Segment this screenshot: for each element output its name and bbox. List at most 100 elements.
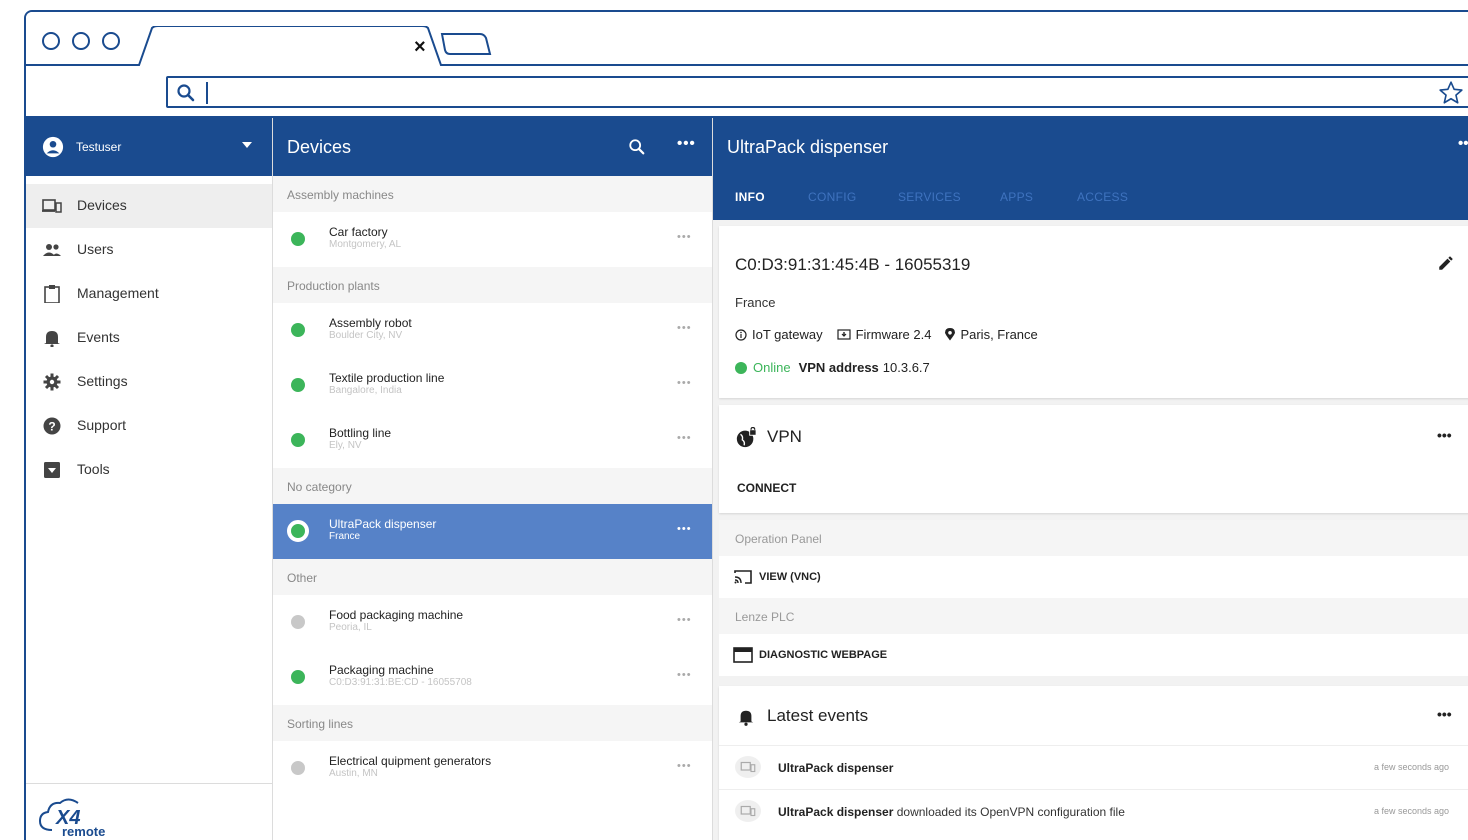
- view-vnc-button[interactable]: VIEW (VNC): [719, 556, 1468, 598]
- section-header: Operation Panel: [719, 520, 1468, 556]
- device-item-assembly-robot[interactable]: Assembly robot Boulder City, NV •••: [273, 303, 712, 358]
- search-icon[interactable]: [628, 138, 646, 156]
- sidebar-item-label: Devices: [77, 197, 127, 213]
- browser-tab-bar: ×: [26, 12, 1468, 68]
- sidebar-item-tools[interactable]: Tools: [26, 448, 272, 492]
- detail-header: UltraPack dispenser •••: [713, 118, 1468, 176]
- more-options-icon[interactable]: •••: [677, 614, 692, 626]
- device-item-car-factory[interactable]: Car factory Montgomery, AL •••: [273, 212, 712, 267]
- device-name: Car factory: [329, 225, 388, 239]
- firmware-icon: [836, 328, 851, 340]
- more-options-icon[interactable]: •••: [677, 322, 692, 334]
- window-close-control[interactable]: [42, 32, 60, 50]
- vpn-card: VPN ••• CONNECT: [719, 405, 1468, 513]
- device-name: Packaging machine: [329, 663, 434, 677]
- more-options-icon[interactable]: •••: [677, 432, 692, 444]
- browser-toolbar: [26, 66, 1468, 118]
- device-item-textile-production-line[interactable]: Textile production line Bangalore, India…: [273, 358, 712, 413]
- user-name: Testuser: [76, 140, 122, 154]
- event-row[interactable]: UltraPack dispenser downloaded its OpenV…: [719, 789, 1468, 833]
- tab-info[interactable]: INFO: [735, 190, 765, 204]
- event-text: UltraPack dispenser: [778, 761, 893, 775]
- device-location: C0:D3:91:31:BE:CD - 16055708: [329, 677, 472, 688]
- status-online-dot: [291, 323, 305, 337]
- browser-window: × Testuser Devices Users Management Even…: [24, 10, 1468, 840]
- more-options-icon[interactable]: •••: [1437, 706, 1452, 722]
- vpn-address-value: 10.3.6.7: [882, 360, 930, 375]
- tab-access[interactable]: ACCESS: [1077, 190, 1128, 204]
- devices-panel: Devices ••• Assembly machines Car factor…: [273, 118, 713, 840]
- user-menu[interactable]: Testuser: [26, 118, 272, 176]
- device-item-bottling-line[interactable]: Bottling line Ely, NV •••: [273, 413, 712, 468]
- app: Testuser Devices Users Management Events…: [26, 118, 1468, 840]
- device-country: France: [735, 295, 776, 310]
- more-options-icon[interactable]: •••: [677, 231, 692, 243]
- bookmark-star-icon[interactable]: [1438, 80, 1464, 106]
- event-row[interactable]: UltraPack dispenser a few seconds ago: [719, 745, 1468, 789]
- tab-services[interactable]: SERVICES: [898, 190, 961, 204]
- view-vnc-label: VIEW (VNC): [759, 571, 821, 583]
- more-options-icon[interactable]: •••: [1437, 427, 1452, 443]
- detail-tabs: INFO CONFIG SERVICES APPS ACCESS: [713, 176, 1468, 220]
- devices-header: Devices •••: [273, 118, 712, 176]
- device-item-packaging-machine[interactable]: Packaging machine C0:D3:91:31:BE:CD - 16…: [273, 650, 712, 705]
- sidebar-item-management[interactable]: Management: [26, 272, 272, 316]
- web-icon: [733, 647, 753, 663]
- sidebar-item-devices[interactable]: Devices: [26, 184, 272, 228]
- tab-close-icon[interactable]: ×: [414, 36, 426, 59]
- sidebar-nav: Devices Users Management Events Settings…: [26, 184, 272, 492]
- event-time: a few seconds ago: [1374, 806, 1450, 816]
- vpn-address-label: VPN address: [798, 360, 879, 375]
- window-minimize-control[interactable]: [72, 32, 90, 50]
- device-meta: IoT gateway Firmware 2.4 Paris, France: [735, 327, 1052, 342]
- diagnostic-webpage-button[interactable]: DIAGNOSTIC WEBPAGE: [719, 634, 1468, 676]
- sidebar-item-label: Support: [77, 417, 127, 433]
- more-options-icon[interactable]: •••: [677, 760, 692, 772]
- more-options-icon[interactable]: •••: [1458, 135, 1468, 152]
- status-online-dot: [735, 361, 747, 374]
- sidebar-item-events[interactable]: Events: [26, 316, 272, 360]
- tab-apps[interactable]: APPS: [1000, 190, 1033, 204]
- event-description: downloaded its OpenVPN configuration fil…: [893, 805, 1125, 819]
- more-options-icon[interactable]: •••: [677, 669, 692, 681]
- device-item-electrical-quipment-generators[interactable]: Electrical quipment generators Austin, M…: [273, 741, 712, 796]
- new-tab-button[interactable]: [440, 32, 492, 56]
- chevron-down-icon[interactable]: [242, 142, 252, 148]
- device-name: Assembly robot: [329, 316, 412, 330]
- detail-title: UltraPack dispenser: [727, 137, 889, 157]
- device-name: Food packaging machine: [329, 608, 464, 622]
- sidebar-item-label: Events: [77, 329, 120, 345]
- devices-icon: [740, 761, 756, 773]
- location-pin-icon: [945, 328, 956, 341]
- more-options-icon[interactable]: •••: [677, 135, 696, 152]
- device-item-ultrapack-dispenser[interactable]: UltraPack dispenser France •••: [273, 504, 712, 559]
- info-icon: [735, 328, 747, 341]
- event-text: UltraPack dispenser downloaded its OpenV…: [778, 805, 1125, 819]
- gear-icon: [43, 373, 61, 391]
- device-identifier: C0:D3:91:31:45:4B - 16055319: [735, 255, 971, 274]
- status-offline-dot: [291, 615, 305, 629]
- window-maximize-control[interactable]: [102, 32, 120, 50]
- url-input[interactable]: [166, 76, 1468, 108]
- device-type-label: IoT gateway: [752, 327, 823, 342]
- connect-button[interactable]: CONNECT: [737, 481, 796, 495]
- status-online-dot: [291, 232, 305, 246]
- event-device: UltraPack dispenser: [778, 761, 894, 775]
- vpn-globe-lock-icon: [736, 427, 757, 448]
- category-header: Sorting lines: [273, 705, 712, 741]
- tab-config[interactable]: CONFIG: [808, 190, 856, 204]
- device-item-food-packaging-machine[interactable]: Food packaging machine Peoria, IL •••: [273, 595, 712, 650]
- more-options-icon[interactable]: •••: [677, 377, 692, 389]
- more-options-icon[interactable]: •••: [677, 523, 692, 535]
- device-location: Bangalore, India: [329, 385, 402, 396]
- category-header: Production plants: [273, 267, 712, 303]
- devices-icon: [740, 805, 756, 817]
- sidebar-item-users[interactable]: Users: [26, 228, 272, 272]
- sidebar-item-settings[interactable]: Settings: [26, 360, 272, 404]
- browser-tab[interactable]: ×: [138, 26, 458, 68]
- edit-pencil-icon[interactable]: [1437, 254, 1455, 272]
- events-title: Latest events: [767, 706, 869, 725]
- device-firmware: Firmware 2.4: [836, 327, 931, 342]
- services-card: Operation Panel VIEW (VNC) Lenze PLC DIA…: [719, 520, 1468, 678]
- sidebar-item-support[interactable]: ? Support: [26, 404, 272, 448]
